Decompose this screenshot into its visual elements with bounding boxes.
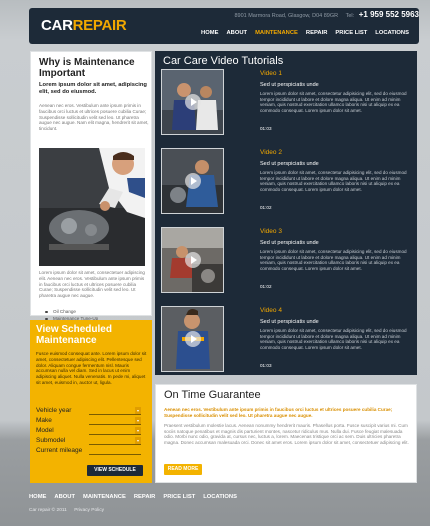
ontime-title: On Time Guarantee <box>164 389 261 401</box>
why-title: Why is Maintenance Important <box>39 57 135 79</box>
video-subtitle: Sed ut perspiciatis unde <box>260 82 319 88</box>
nav-about[interactable]: ABOUT <box>222 28 251 38</box>
privacy-policy-link[interactable]: Privacy Policy <box>74 508 104 513</box>
ontime-highlight: Aenean nec eros. Vestibulum ante ipsum p… <box>164 407 393 418</box>
main-nav: HOME ABOUT MAINTENANCE REPAIR PRICE LIST… <box>197 28 413 38</box>
field-label: Current mileage <box>36 447 83 454</box>
nav-home[interactable]: HOME <box>197 28 222 38</box>
page: CARREPAIR 8901 Marmora Road, Glasgow, D0… <box>0 0 430 526</box>
model-select[interactable] <box>89 427 141 435</box>
field-vehicle-year: Vehicle year <box>36 406 146 416</box>
copyright-text: Car repair © 2011 <box>29 508 67 513</box>
video-item-1: Video 1 Sed ut perspiciatis unde Lorem i… <box>161 69 417 145</box>
field-label: Make <box>36 417 52 424</box>
why-maintenance-panel: Why is Maintenance Important Lorem ipsum… <box>30 51 152 350</box>
video-item-3: Video 3 Sed ut perspiciatis unde Lorem i… <box>161 227 417 303</box>
video-duration: 01:03 <box>260 363 272 368</box>
schedule-form: Vehicle year Make Model Submodel Current… <box>36 406 146 456</box>
video-description: Lorem ipsum dolor sit amet, consectetur … <box>260 170 407 192</box>
current-mileage-input[interactable] <box>89 447 141 455</box>
footer-nav-price-list[interactable]: PRICE LIST <box>163 494 195 500</box>
field-make: Make <box>36 416 146 426</box>
footer-nav-about[interactable]: ABOUT <box>54 494 75 500</box>
phone-number: +1 959 552 5963 <box>358 10 419 19</box>
play-icon[interactable] <box>185 252 201 268</box>
read-more-button[interactable]: READ MORE <box>164 464 202 475</box>
list-item: Oil Change <box>45 308 98 315</box>
schedule-panel: View Scheduled Maintenance Fusce euismod… <box>30 320 152 483</box>
nav-price-list[interactable]: PRICE LIST <box>331 28 371 38</box>
logo-part2: REPAIR <box>72 17 127 34</box>
footer-nav-maintenance[interactable]: MAINTENANCE <box>83 494 126 500</box>
chevron-down-icon[interactable] <box>135 417 141 424</box>
why-paragraph-2: Lorem ipsum dolor sit amet, consectetuer… <box>39 270 145 299</box>
footer-nav-repair[interactable]: REPAIR <box>134 494 155 500</box>
vehicle-year-select[interactable] <box>89 407 141 415</box>
video-title[interactable]: Video 4 <box>260 307 282 314</box>
video-title[interactable]: Video 1 <box>260 70 282 77</box>
video-thumbnail[interactable] <box>161 148 224 214</box>
videos-title: Car Care Video Tutorials <box>163 55 284 67</box>
chevron-down-icon[interactable] <box>135 407 141 414</box>
video-duration: 01:02 <box>260 205 272 210</box>
mechanic-engine-photo <box>39 148 145 266</box>
video-description: Lorem ipsum dolor sit amet, consectetur … <box>260 328 407 350</box>
phone-label: Tel: <box>345 13 355 19</box>
video-duration: 01:02 <box>260 284 272 289</box>
video-thumbnail[interactable] <box>161 306 224 372</box>
video-item-2: Video 2 Sed ut perspiciatis unde Lorem i… <box>161 148 417 224</box>
play-icon[interactable] <box>185 173 201 189</box>
play-icon[interactable] <box>185 331 201 347</box>
nav-repair[interactable]: REPAIR <box>302 28 331 38</box>
field-current-mileage: Current mileage <box>36 446 146 456</box>
footer-nav-locations[interactable]: LOCATIONS <box>203 494 237 500</box>
video-thumbnail[interactable] <box>161 69 224 135</box>
video-subtitle: Sed ut perspiciatis unde <box>260 319 319 325</box>
video-duration: 01:03 <box>260 126 272 131</box>
play-icon[interactable] <box>185 94 201 110</box>
view-schedule-button[interactable]: VIEW SCHEDULE <box>87 465 143 476</box>
chevron-down-icon[interactable] <box>135 427 141 434</box>
logo-part1: CAR <box>41 17 73 34</box>
header-bar: CARREPAIR 8901 Marmora Road, Glasgow, D0… <box>29 8 419 44</box>
video-thumbnail[interactable] <box>161 227 224 293</box>
video-title[interactable]: Video 2 <box>260 149 282 156</box>
field-submodel: Submodel <box>36 436 146 446</box>
footer-nav: HOME ABOUT MAINTENANCE REPAIR PRICE LIST… <box>29 494 245 500</box>
ontime-body: Praesent vestibulum molestie lacus. Aene… <box>164 423 409 445</box>
field-label: Submodel <box>36 437 66 444</box>
field-label: Model <box>36 427 54 434</box>
video-tutorials-panel: Car Care Video Tutorials Video 1 Sed ut … <box>155 51 417 375</box>
why-lead: Lorem ipsum dolor sit amet, adipiscing e… <box>39 82 147 95</box>
video-subtitle: Sed ut perspiciatis unde <box>260 161 319 167</box>
field-model: Model <box>36 426 146 436</box>
logo[interactable]: CARREPAIR <box>41 17 127 34</box>
on-time-guarantee-panel: On Time Guarantee Aenean nec eros. Vesti… <box>155 384 417 483</box>
footer-nav-home[interactable]: HOME <box>29 494 46 500</box>
make-select[interactable] <box>89 417 141 425</box>
video-description: Lorem ipsum dolor sit amet, consectetur … <box>260 91 407 113</box>
why-paragraph-1: Aenean nec eros. Vestibulum ante ipsum p… <box>39 103 149 132</box>
schedule-title: View Scheduled Maintenance <box>36 324 112 346</box>
field-label: Vehicle year <box>36 407 72 414</box>
video-subtitle: Sed ut perspiciatis unde <box>260 240 319 246</box>
video-description: Lorem ipsum dolor sit amet, consectetur … <box>260 249 407 271</box>
footer-copyright: Car repair © 2011 Privacy Policy <box>29 508 104 513</box>
address: 8901 Marmora Road, Glasgow, D04 89GR <box>234 13 339 19</box>
contact-info: 8901 Marmora Road, Glasgow, D04 89GR Tel… <box>219 10 419 19</box>
submodel-select[interactable] <box>89 437 141 445</box>
video-title[interactable]: Video 3 <box>260 228 282 235</box>
video-item-4: Video 4 Sed ut perspiciatis unde Lorem i… <box>161 306 417 382</box>
chevron-down-icon[interactable] <box>135 437 141 444</box>
nav-locations[interactable]: LOCATIONS <box>371 28 413 38</box>
nav-maintenance[interactable]: MAINTENANCE <box>251 28 302 38</box>
schedule-text: Fusce euismod consequat ante. Lorem ipsu… <box>36 351 147 385</box>
